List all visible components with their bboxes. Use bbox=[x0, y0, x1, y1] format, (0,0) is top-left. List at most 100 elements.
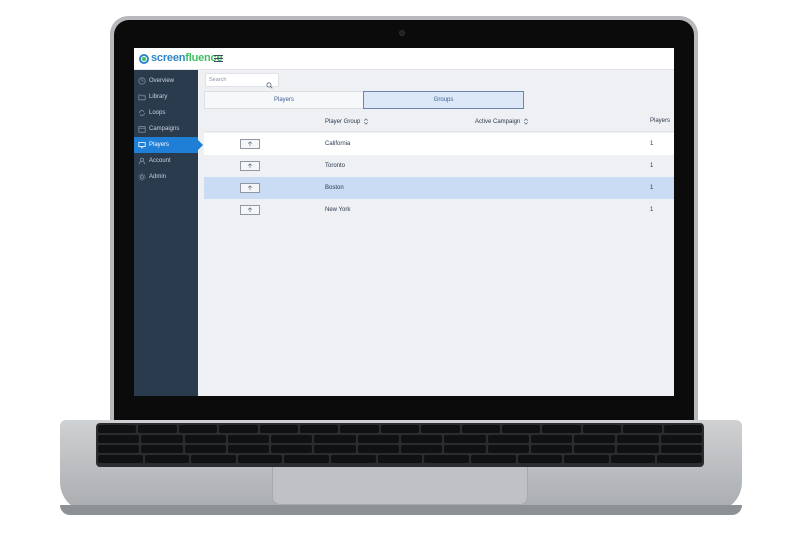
sidebar-item-label: Library bbox=[149, 94, 168, 100]
keyboard-key bbox=[487, 435, 529, 443]
view-tabs: Players Groups bbox=[204, 91, 524, 109]
keyboard-key bbox=[340, 425, 379, 433]
keyboard-key bbox=[610, 455, 656, 463]
table-row-selected[interactable]: Boston 1 bbox=[204, 177, 674, 199]
table-row[interactable]: California 1 bbox=[204, 133, 674, 155]
sidebar-item-loops[interactable]: Loops bbox=[134, 105, 198, 121]
keyboard-key bbox=[461, 425, 500, 433]
keyboard-key bbox=[141, 445, 183, 453]
sidebar-item-campaigns[interactable]: Campaigns bbox=[134, 121, 198, 137]
keyboard-key bbox=[184, 435, 226, 443]
keyboard-key bbox=[401, 445, 443, 453]
table-row[interactable]: New York 1 bbox=[204, 199, 674, 221]
keyboard-key bbox=[660, 435, 702, 443]
user-icon bbox=[138, 157, 146, 165]
keyboard-key bbox=[617, 435, 659, 443]
keyboard-key bbox=[574, 435, 616, 443]
keyboard-key bbox=[663, 425, 702, 433]
tab-groups[interactable]: Groups bbox=[363, 91, 524, 109]
cell-players: 1 bbox=[650, 163, 654, 169]
keyboard-key bbox=[138, 425, 177, 433]
keyboard-key bbox=[259, 425, 298, 433]
keyboard-key bbox=[502, 425, 541, 433]
keyboard-key bbox=[191, 455, 236, 463]
keyboard-key bbox=[357, 435, 399, 443]
column-header-active-campaign[interactable]: Active Campaign bbox=[475, 118, 529, 125]
logo-icon bbox=[139, 54, 149, 64]
app-screen: screenfluence Overview Library Loops Cam… bbox=[134, 48, 674, 396]
cell-players: 1 bbox=[650, 141, 654, 147]
sidebar-item-label: Overview bbox=[149, 78, 175, 84]
upload-button[interactable] bbox=[240, 139, 260, 149]
keyboard-key bbox=[314, 445, 356, 453]
gear-icon bbox=[138, 173, 146, 181]
search-icon[interactable] bbox=[266, 76, 273, 89]
keyboard-key bbox=[623, 425, 662, 433]
table-row[interactable]: Toronto 1 bbox=[204, 155, 674, 177]
keyboard-key bbox=[219, 425, 258, 433]
arrow-up-icon bbox=[247, 185, 253, 191]
sidebar-item-account[interactable]: Account bbox=[134, 153, 198, 169]
folder-icon bbox=[138, 93, 146, 101]
keyboard-key bbox=[357, 445, 399, 453]
column-header-players[interactable]: Players bbox=[650, 118, 670, 124]
upload-button[interactable] bbox=[240, 161, 260, 171]
arrow-up-icon bbox=[247, 163, 253, 169]
keyboard-key bbox=[380, 425, 420, 433]
keyboard-key bbox=[377, 455, 423, 463]
sidebar-item-label: Players bbox=[149, 142, 170, 148]
sidebar-item-admin[interactable]: Admin bbox=[134, 169, 198, 185]
cell-player-group: Toronto bbox=[325, 163, 346, 169]
keyboard-key bbox=[574, 445, 616, 453]
sort-icon bbox=[524, 118, 529, 125]
keyboard-key bbox=[401, 435, 443, 443]
sort-icon bbox=[364, 118, 369, 125]
keyboard-key bbox=[98, 435, 140, 443]
menu-toggle-icon[interactable] bbox=[214, 55, 223, 62]
keyboard-key bbox=[444, 445, 486, 453]
keyboard-key bbox=[227, 445, 270, 453]
top-bar: screenfluence bbox=[134, 48, 674, 70]
sidebar-item-players[interactable]: Players bbox=[134, 137, 203, 153]
sidebar-item-overview[interactable]: Overview bbox=[134, 73, 198, 89]
laptop-base-edge bbox=[60, 505, 742, 515]
sidebar-item-label: Admin bbox=[149, 174, 167, 180]
keyboard-key bbox=[564, 455, 609, 463]
keyboard-key bbox=[657, 455, 702, 463]
table-header: Player Group Active Campaign Players bbox=[204, 112, 674, 132]
trackpad bbox=[272, 467, 528, 505]
cell-player-group: New York bbox=[325, 207, 351, 213]
arrow-up-icon bbox=[247, 207, 253, 213]
sidebar-item-label: Account bbox=[149, 158, 171, 164]
upload-button[interactable] bbox=[240, 183, 260, 193]
loop-icon bbox=[138, 109, 146, 117]
tab-players[interactable]: Players bbox=[204, 91, 364, 109]
cell-players: 1 bbox=[650, 207, 654, 213]
keyboard-key bbox=[582, 425, 622, 433]
keyboard-key bbox=[517, 455, 563, 463]
keyboard-key bbox=[331, 455, 376, 463]
keyboard-key bbox=[660, 445, 702, 453]
keyboard-key bbox=[314, 435, 356, 443]
keyboard-key bbox=[424, 455, 469, 463]
cell-player-group: California bbox=[325, 141, 351, 147]
sidebar-item-library[interactable]: Library bbox=[134, 89, 198, 105]
upload-button[interactable] bbox=[240, 205, 260, 215]
keyboard-key bbox=[184, 445, 226, 453]
brand-logo-part1: screen bbox=[151, 52, 186, 64]
column-header-player-group[interactable]: Player Group bbox=[325, 118, 369, 125]
keyboard-key bbox=[178, 425, 218, 433]
cell-player-group: Boston bbox=[325, 185, 344, 191]
keyboard-key bbox=[487, 445, 529, 453]
keyboard-key bbox=[421, 425, 460, 433]
keyboard-key bbox=[300, 425, 339, 433]
clock-icon bbox=[138, 77, 146, 85]
webcam bbox=[399, 30, 405, 36]
arrow-up-icon bbox=[247, 141, 253, 147]
brand-logo[interactable]: screenfluence bbox=[151, 52, 223, 64]
keyboard-key bbox=[141, 435, 183, 443]
calendar-icon bbox=[138, 125, 146, 133]
keyboard-key bbox=[98, 445, 140, 453]
keyboard-key bbox=[98, 455, 143, 463]
sidebar-item-label: Campaigns bbox=[149, 126, 180, 132]
